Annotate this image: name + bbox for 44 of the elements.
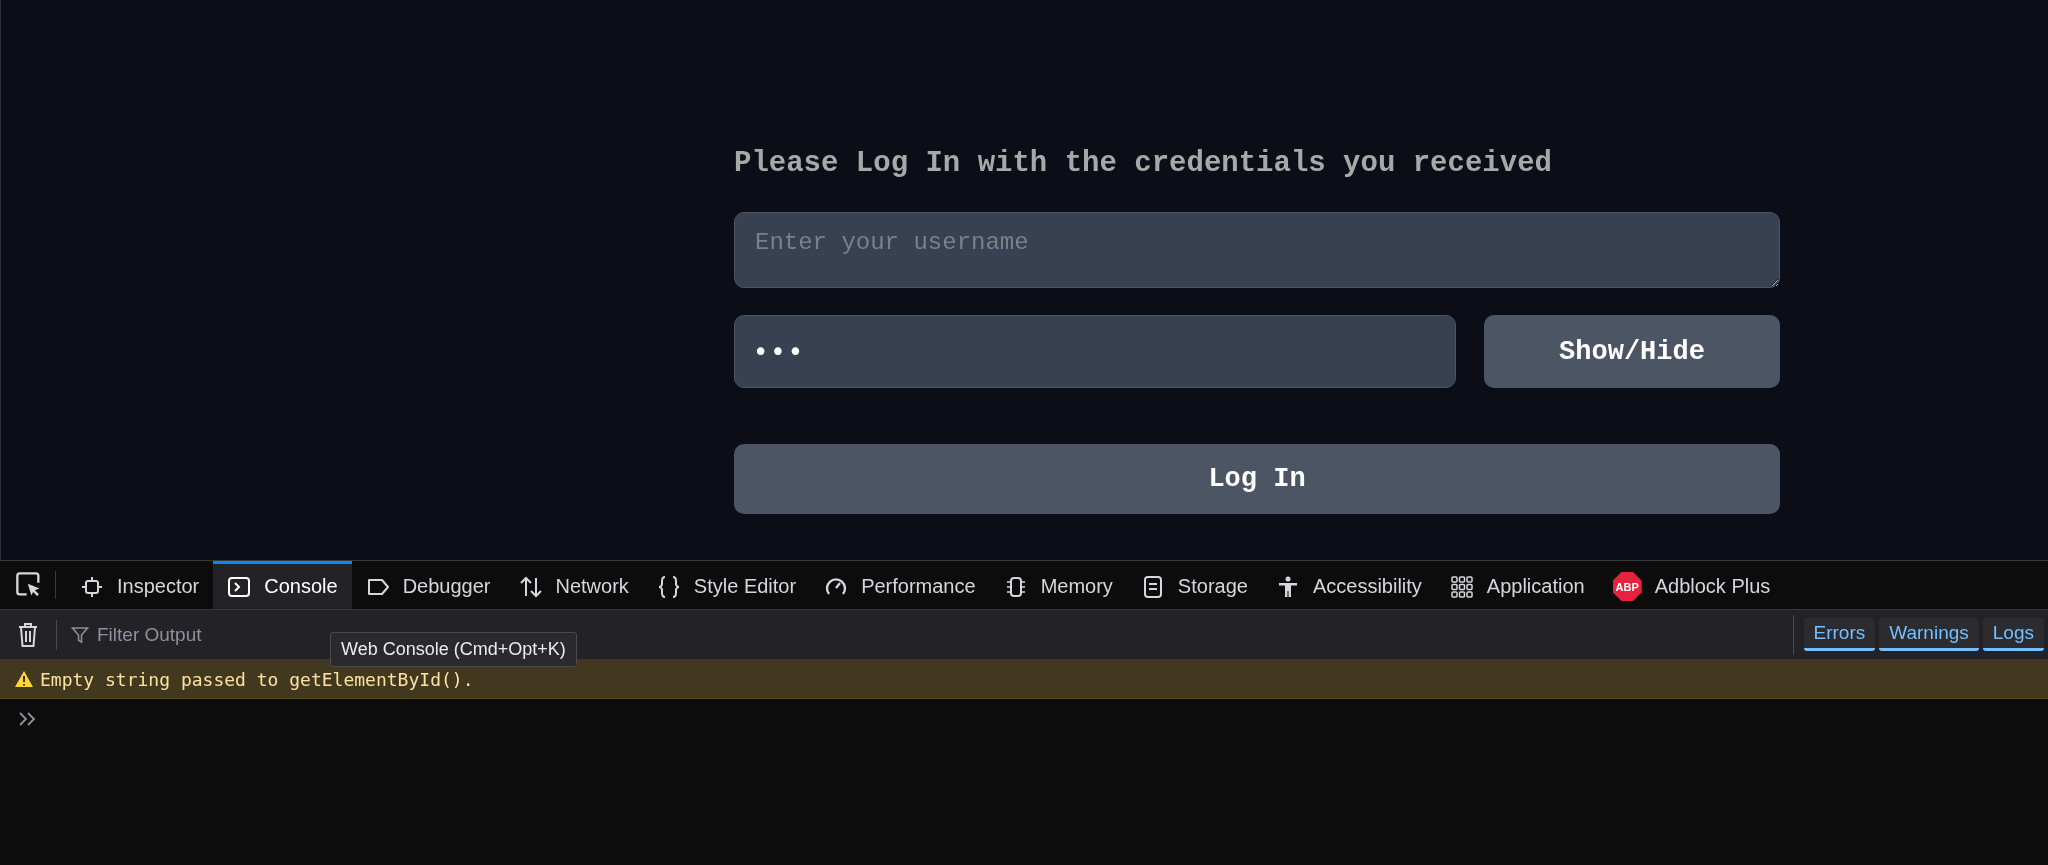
terminal-icon: [227, 574, 252, 599]
warning-icon: [14, 670, 34, 688]
tab-label: Memory: [1040, 575, 1113, 598]
devtools-tab[interactable]: Console: [213, 561, 352, 609]
tab-label: Accessibility: [1312, 575, 1422, 598]
tooltip: Web Console (Cmd+Opt+K): [330, 632, 577, 667]
braces-icon: [656, 574, 681, 599]
devtools-tab[interactable]: Application: [1435, 561, 1599, 609]
login-button[interactable]: Log In: [734, 444, 1780, 514]
tab-label: Performance: [861, 575, 976, 598]
tab-label: Adblock Plus: [1654, 575, 1771, 598]
devtools-tab[interactable]: Network: [504, 561, 643, 609]
console-message: Empty string passed to getElementById().: [40, 668, 474, 690]
trash-icon[interactable]: [16, 621, 40, 648]
element-picker-icon[interactable]: [15, 571, 43, 599]
filter-field[interactable]: Filter Output: [95, 622, 299, 647]
filter-toggle[interactable]: Errors: [1803, 618, 1876, 651]
devtools-tab[interactable]: Storage: [1126, 561, 1262, 609]
tab-label: Console: [264, 575, 338, 598]
tab-label: Application: [1486, 575, 1585, 598]
username-field[interactable]: Enter your username: [734, 212, 1780, 288]
tab-label: Storage: [1177, 575, 1248, 598]
grid-icon: [1449, 574, 1474, 599]
filter-toggle[interactable]: Warnings: [1879, 618, 1979, 651]
devtools-tab[interactable]: Debugger: [351, 561, 505, 609]
tab-label: Debugger: [402, 575, 491, 598]
devtools-tab[interactable]: Accessibility: [1261, 561, 1436, 609]
filter-icon: [71, 625, 89, 644]
tab-label: Network: [555, 575, 629, 598]
filter-toggle[interactable]: Logs: [1982, 618, 2044, 651]
show-hide-button[interactable]: Show/Hide: [1484, 315, 1780, 388]
devtools-tab[interactable]: Style Editor: [642, 561, 811, 609]
tab-label: Style Editor: [693, 575, 797, 598]
password-field[interactable]: •••: [734, 315, 1456, 388]
devtools-tab[interactable]: Performance: [810, 561, 990, 609]
tab-label: Inspector: [117, 575, 200, 598]
devtools-tab[interactable]: Memory: [989, 561, 1127, 609]
devtools-tab[interactable]: Inspector: [66, 561, 214, 609]
devtools-tab[interactable]: ABP Adblock Plus: [1598, 561, 1785, 609]
logo-badge: ABP: [1612, 572, 1642, 601]
prompt-chevron-icon[interactable]: [18, 711, 38, 727]
login-heading: Please Log In with the credentials you received: [734, 146, 1553, 182]
arrows-icon: [518, 574, 543, 599]
frame-icon: [80, 574, 104, 599]
